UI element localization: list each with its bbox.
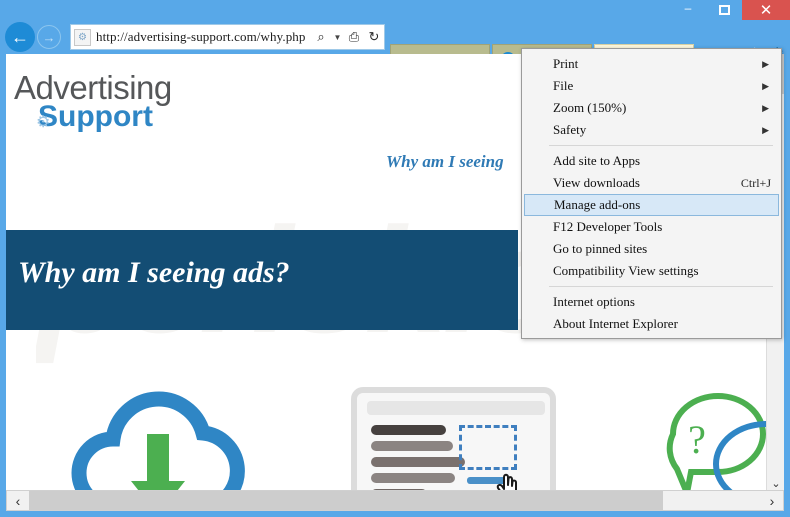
window-controls: – ✕	[670, 0, 790, 20]
horizontal-scrollbar-thumb[interactable]	[29, 491, 663, 510]
menu-item-about-internet-explorer[interactable]: About Internet Explorer	[522, 313, 781, 335]
ad-placeholder-box	[459, 425, 517, 470]
compatibility-view-icon[interactable]: ⎙	[344, 25, 364, 49]
header-tagline: Why am I seeing	[386, 152, 504, 171]
close-button[interactable]: ✕	[742, 0, 790, 20]
maximize-button[interactable]	[706, 0, 742, 20]
menu-item-label: Zoom (150%)	[553, 100, 627, 115]
svg-text:?: ?	[688, 417, 706, 462]
page-banner: Why am I seeing ads?	[6, 230, 518, 330]
menu-item-view-downloads[interactable]: View downloads Ctrl+J	[522, 172, 781, 194]
menu-item-label: File	[553, 78, 574, 93]
browser-window: – ✕ ← → ⚙ http://advertising-support.com…	[0, 0, 790, 517]
menu-item-file[interactable]: File ▶	[522, 75, 781, 97]
menu-item-label: Print	[553, 56, 579, 71]
chevron-down-icon[interactable]: ▼	[331, 25, 344, 49]
submenu-arrow-icon: ▶	[762, 102, 769, 113]
menu-item-label: F12 Developer Tools	[553, 219, 663, 234]
menu-separator	[530, 286, 773, 287]
address-input[interactable]: http://advertising-support.com/why.php	[96, 29, 311, 45]
site-logo[interactable]: Advertising Support ⚙	[14, 71, 172, 133]
browser-mock-frame	[351, 387, 556, 494]
menu-item-label: Go to pinned sites	[553, 241, 648, 256]
menu-item-label: Add site to Apps	[553, 153, 641, 168]
menu-item-go-to-pinned-sites[interactable]: Go to pinned sites	[522, 238, 781, 260]
back-button[interactable]: ←	[5, 22, 35, 52]
menu-item-label: About Internet Explorer	[553, 316, 678, 331]
submenu-arrow-icon: ▶	[762, 80, 769, 91]
menu-item-label: Internet options	[553, 294, 635, 309]
logo-gear-icon: ⚙	[36, 114, 51, 131]
scroll-right-arrow-icon[interactable]: ›	[761, 493, 783, 509]
menu-item-manage-add-ons[interactable]: Manage add-ons	[524, 194, 779, 216]
scroll-left-arrow-icon[interactable]: ‹	[7, 493, 29, 509]
search-icon[interactable]: ⌕	[311, 25, 331, 49]
minimize-button[interactable]: –	[670, 0, 706, 20]
menu-item-print[interactable]: Print ▶	[522, 53, 781, 75]
menu-item-zoom-150[interactable]: Zoom (150%) ▶	[522, 97, 781, 119]
site-favicon-icon: ⚙	[74, 28, 91, 46]
menu-separator	[530, 145, 773, 146]
menu-item-label: Safety	[553, 122, 587, 137]
submenu-arrow-icon: ▶	[762, 58, 769, 69]
forward-button[interactable]: →	[37, 25, 61, 49]
title-bar: – ✕	[0, 0, 790, 20]
menu-item-compatibility-view-settings[interactable]: Compatibility View settings	[522, 260, 781, 282]
browser-mock-text-lines	[371, 425, 465, 494]
browser-mock-addressbar	[367, 401, 545, 415]
logo-line-2: Support	[38, 100, 153, 133]
menu-item-add-site-to-apps[interactable]: Add site to Apps	[522, 150, 781, 172]
horizontal-scrollbar[interactable]: ‹ ›	[6, 490, 784, 511]
address-bar[interactable]: ⚙ http://advertising-support.com/why.php…	[70, 24, 385, 50]
tools-dropdown-menu: Print ▶ File ▶ Zoom (150%) ▶ Safety ▶ Add site t…	[521, 48, 782, 339]
menu-item-shortcut: Ctrl+J	[740, 175, 771, 190]
submenu-arrow-icon: ▶	[762, 124, 769, 135]
menu-item-f12-developer-tools[interactable]: F12 Developer Tools	[522, 216, 781, 238]
horizontal-scrollbar-track[interactable]	[29, 491, 761, 510]
refresh-icon[interactable]: ↻	[364, 25, 384, 49]
cloud-download-illustration	[61, 389, 266, 494]
menu-item-internet-options[interactable]: Internet options	[522, 291, 781, 313]
menu-item-label: View downloads	[553, 175, 640, 190]
menu-item-label: Manage add-ons	[554, 197, 641, 212]
menu-item-list: Print ▶ File ▶ Zoom (150%) ▶ Safety ▶ Add site t…	[522, 53, 781, 335]
menu-item-safety[interactable]: Safety ▶	[522, 119, 781, 141]
banner-heading: Why am I seeing ads?	[18, 256, 290, 289]
browser-mock-illustration	[351, 387, 556, 494]
menu-item-label: Compatibility View settings	[553, 263, 699, 278]
